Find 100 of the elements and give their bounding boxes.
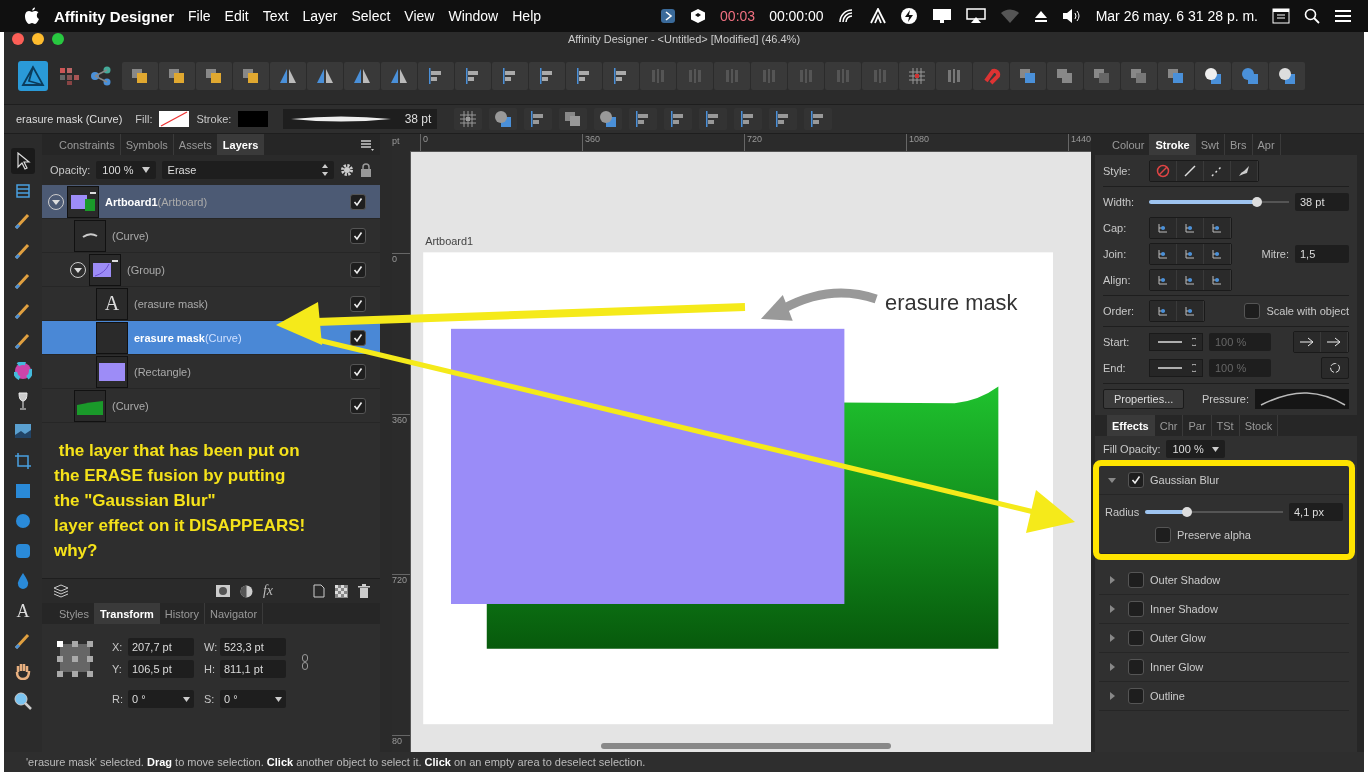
order-selector[interactable]: [1149, 300, 1205, 322]
toolbar-button[interactable]: [529, 62, 565, 90]
app-name-menu[interactable]: Affinity Designer: [54, 7, 174, 25]
peak-icon[interactable]: [869, 8, 886, 24]
checkbox[interactable]: [1128, 630, 1144, 646]
arrowhead-dropdown[interactable]: [1149, 333, 1203, 351]
toolbar-button[interactable]: [629, 108, 658, 130]
segment-icon[interactable]: [1150, 301, 1177, 321]
dropdown-field[interactable]: 0 °: [220, 690, 286, 708]
arrowhead-dropdown[interactable]: [1149, 359, 1203, 377]
panel-tab[interactable]: Layers: [217, 134, 265, 155]
panel-tab[interactable]: Par: [1183, 415, 1212, 436]
input-field[interactable]: 38 pt: [1295, 193, 1349, 211]
checkbox[interactable]: [1244, 303, 1261, 319]
slider-thumb[interactable]: [1181, 507, 1192, 517]
join-selector[interactable]: [1149, 243, 1232, 265]
toolbar-button[interactable]: [270, 62, 306, 90]
panel-menu-icon[interactable]: [360, 138, 374, 151]
scrollbar-track[interactable]: [380, 134, 392, 752]
input-field[interactable]: 4,1 px: [1289, 503, 1343, 521]
stroke-width-control[interactable]: 38 pt: [283, 109, 438, 129]
menu-item[interactable]: Select: [351, 8, 391, 24]
menu-item[interactable]: Help: [512, 8, 542, 24]
layer-row[interactable]: (Curve): [42, 219, 380, 253]
mask-icon[interactable]: [215, 585, 230, 597]
minimize-window-button[interactable]: [32, 33, 44, 45]
checkbox[interactable]: [350, 227, 366, 244]
effects-button[interactable]: fx: [262, 583, 273, 599]
segment-icon[interactable]: [1204, 244, 1231, 264]
segment-icon[interactable]: [1177, 218, 1204, 238]
layers-stack-icon[interactable]: [52, 584, 70, 598]
panel-tab[interactable]: Styles: [54, 603, 95, 624]
menu-item[interactable]: Layer: [302, 8, 338, 24]
panel-tab[interactable]: Navigator: [205, 603, 264, 624]
checkbox[interactable]: [350, 363, 366, 380]
cube-icon[interactable]: [690, 8, 707, 24]
text-tool-button[interactable]: A: [11, 598, 35, 624]
checkbox[interactable]: [1128, 472, 1144, 488]
toolbar-button[interactable]: [233, 62, 269, 90]
input-field[interactable]: 207,7 pt: [128, 638, 194, 656]
toolbar-button[interactable]: [418, 62, 454, 90]
checkbox[interactable]: [350, 295, 366, 312]
lock-icon[interactable]: [360, 163, 372, 177]
segment-icon[interactable]: [1150, 218, 1177, 238]
checkbox[interactable]: [350, 193, 366, 210]
checkerboard-icon[interactable]: [335, 584, 348, 598]
checkbox[interactable]: [1155, 527, 1171, 543]
checkbox[interactable]: [1128, 659, 1144, 675]
no-stroke-icon[interactable]: [1150, 161, 1177, 181]
segment-icon[interactable]: [1177, 301, 1204, 321]
toolbar-button[interactable]: [307, 62, 343, 90]
pointer-tool-icon[interactable]: [11, 148, 35, 174]
zoom-window-button[interactable]: [52, 33, 64, 45]
segment-icon[interactable]: [1204, 270, 1231, 290]
link-chain-icon[interactable]: [302, 654, 308, 670]
display-icon[interactable]: [931, 8, 952, 24]
pressure-curve[interactable]: [1255, 389, 1349, 409]
toolbar-button[interactable]: [769, 108, 798, 130]
panel-tab[interactable]: Chr: [1154, 415, 1184, 436]
toolbar-button[interactable]: [566, 62, 602, 90]
segment-icon[interactable]: [1150, 244, 1177, 264]
checkbox[interactable]: [350, 261, 366, 278]
toolbar-button[interactable]: [1195, 62, 1231, 90]
panel-tab[interactable]: Effects: [1107, 415, 1155, 436]
arrow-right-icon[interactable]: [1321, 332, 1348, 352]
toolbar-button[interactable]: [594, 108, 623, 130]
align-selector[interactable]: [1149, 269, 1232, 291]
calendar-icon[interactable]: [1272, 8, 1290, 24]
layer-row[interactable]: Artboard1(Artboard): [42, 185, 380, 219]
toolbar-button[interactable]: [1269, 62, 1305, 90]
airplay-icon[interactable]: [965, 8, 986, 24]
input-field[interactable]: 106,5 pt: [128, 660, 194, 678]
panel-tab[interactable]: Swt: [1195, 134, 1225, 155]
timer-text[interactable]: 00:03: [720, 8, 756, 24]
slider-thumb[interactable]: [1251, 197, 1262, 207]
segment-icon[interactable]: [1177, 244, 1204, 264]
clock-text[interactable]: Mar 26 may. 6 31 28 p. m.: [1095, 8, 1258, 24]
toolbar-button[interactable]: [381, 62, 417, 90]
stroke-swatch[interactable]: [238, 111, 269, 127]
pixel-grid-icon[interactable]: [58, 66, 80, 86]
play-icon[interactable]: [660, 8, 677, 24]
arrow-right-icon[interactable]: [1294, 332, 1321, 352]
toolbar-button[interactable]: [196, 62, 232, 90]
panel-tab[interactable]: Stroke: [1150, 134, 1196, 155]
properties-button[interactable]: Properties...: [1103, 389, 1185, 409]
swap-icon[interactable]: [1321, 357, 1349, 379]
counter-text[interactable]: 00:00:00: [769, 8, 824, 24]
trash-icon[interactable]: [358, 584, 370, 598]
toolbar-button[interactable]: [489, 108, 518, 130]
speaker-icon[interactable]: [1061, 8, 1082, 24]
dropdown-field[interactable]: 0 °: [128, 690, 194, 708]
apple-logo-icon[interactable]: [24, 7, 40, 25]
panel-tab[interactable]: History: [159, 603, 205, 624]
panel-tab[interactable]: Stock: [1239, 415, 1279, 436]
bolt-icon[interactable]: [899, 7, 918, 25]
new-document-icon[interactable]: [313, 584, 325, 598]
adjustment-icon[interactable]: [239, 584, 253, 598]
input-field[interactable]: 811,1 pt: [220, 660, 286, 678]
toolbar-button[interactable]: [699, 108, 728, 130]
brush-icon[interactable]: [1231, 161, 1258, 181]
